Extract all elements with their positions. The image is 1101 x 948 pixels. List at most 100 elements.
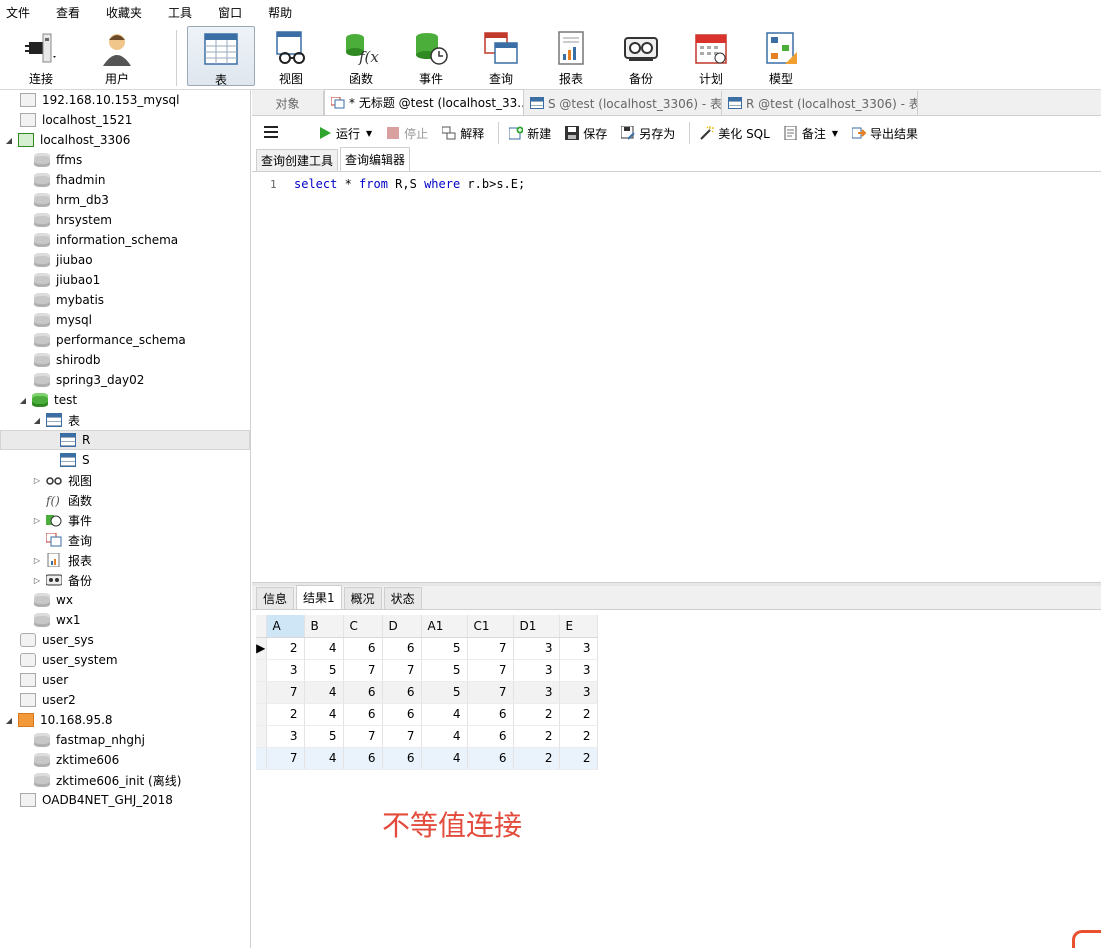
table-cell[interactable]: 5 bbox=[421, 637, 468, 660]
table-row[interactable]: 7 4 6 6 5 7 3 3 bbox=[256, 681, 598, 704]
expand-arrow-icon[interactable]: ◢ bbox=[4, 136, 14, 145]
table-cell[interactable]: 6 bbox=[343, 637, 383, 660]
table-cell[interactable]: 2 bbox=[513, 725, 560, 748]
tree-db[interactable]: jiubao1 bbox=[34, 270, 100, 290]
tree-db[interactable]: zktime606_init (离线) bbox=[34, 770, 181, 790]
tree-conn-user2[interactable]: user2 bbox=[20, 690, 76, 710]
table-cell[interactable]: 2 bbox=[266, 637, 305, 660]
column-header[interactable]: A1 bbox=[421, 615, 468, 638]
tab-table-s[interactable]: S @test (localhost_3306) - 表 bbox=[524, 91, 722, 115]
table-row[interactable]: ▶ 2 4 6 6 5 7 3 3 bbox=[256, 637, 598, 660]
tree-conn-user-sys[interactable]: user_sys bbox=[20, 630, 94, 650]
tree-db[interactable]: ffms bbox=[34, 150, 82, 170]
comment-button[interactable]: 备注 ▼ bbox=[784, 125, 838, 142]
run-button[interactable]: 运行 ▼ bbox=[318, 125, 372, 142]
table-cell[interactable]: 4 bbox=[421, 703, 468, 726]
table-cell[interactable]: 7 bbox=[382, 725, 422, 748]
result-grid[interactable]: A B C D A1 C1 D1 E ▶ 2 4 6 6 5 7 3 3 3 5… bbox=[256, 615, 598, 770]
tab-profile[interactable]: 概况 bbox=[343, 587, 382, 609]
column-header[interactable]: B bbox=[304, 615, 344, 638]
table-cell[interactable]: 6 bbox=[467, 725, 514, 748]
table-cell[interactable]: 6 bbox=[343, 747, 383, 770]
function-button[interactable]: f(x) 函数 bbox=[328, 26, 394, 86]
tree-db[interactable]: hrsystem bbox=[34, 210, 112, 230]
table-cell[interactable]: 3 bbox=[559, 659, 598, 682]
table-cell[interactable]: 4 bbox=[304, 747, 344, 770]
table-cell[interactable]: 4 bbox=[304, 637, 344, 660]
table-cell[interactable]: 6 bbox=[467, 703, 514, 726]
dropdown-arrow-icon[interactable]: ▼ bbox=[366, 129, 372, 138]
tree-conn-localhost-3306[interactable]: ◢ localhost_3306 bbox=[4, 130, 130, 150]
tree-db[interactable]: information_schema bbox=[34, 230, 178, 250]
table-cell[interactable]: 7 bbox=[343, 725, 383, 748]
table-cell[interactable]: 4 bbox=[421, 747, 468, 770]
table-row[interactable]: 7 4 6 6 4 6 2 2 bbox=[256, 747, 598, 770]
tree-db[interactable]: fhadmin bbox=[34, 170, 105, 190]
expand-arrow-icon[interactable]: ◢ bbox=[18, 396, 28, 405]
tab-info[interactable]: 信息 bbox=[256, 587, 295, 609]
tree-conn-localhost-1521[interactable]: localhost_1521 bbox=[6, 110, 132, 130]
column-header[interactable]: D1 bbox=[513, 615, 560, 638]
sql-code[interactable]: select * from R,S where r.b>s.E; bbox=[294, 177, 525, 191]
tree-table-r[interactable]: R bbox=[0, 430, 250, 450]
menu-tools[interactable]: 工具 bbox=[168, 4, 192, 21]
tree-queries-folder[interactable]: 查询 bbox=[45, 530, 92, 550]
new-query-button[interactable]: 新建 bbox=[508, 125, 551, 142]
tree-db[interactable]: shirodb bbox=[34, 350, 100, 370]
report-button[interactable]: 报表 bbox=[538, 26, 604, 86]
table-row[interactable]: 2 4 6 6 4 6 2 2 bbox=[256, 703, 598, 726]
table-cell[interactable]: 6 bbox=[382, 637, 422, 660]
table-cell[interactable]: 2 bbox=[559, 725, 598, 748]
table-cell[interactable]: 6 bbox=[343, 681, 383, 704]
column-header[interactable]: C bbox=[343, 615, 383, 638]
table-cell[interactable]: 6 bbox=[382, 703, 422, 726]
table-cell[interactable]: 7 bbox=[467, 637, 514, 660]
table-cell[interactable]: 7 bbox=[467, 659, 514, 682]
model-button[interactable]: 模型 bbox=[748, 26, 814, 86]
column-header[interactable]: E bbox=[559, 615, 598, 638]
table-cell[interactable]: 5 bbox=[304, 725, 344, 748]
tree-tables-folder[interactable]: ◢ 表 bbox=[32, 410, 80, 430]
menu-window[interactable]: 窗口 bbox=[218, 4, 242, 21]
collapse-arrow-icon[interactable]: ▷ bbox=[32, 516, 42, 525]
tree-views-folder[interactable]: ▷ 视图 bbox=[32, 470, 92, 490]
expand-arrow-icon[interactable]: ◢ bbox=[32, 416, 42, 425]
tree-db[interactable]: fastmap_nhghj bbox=[34, 730, 145, 750]
table-cell[interactable]: 3 bbox=[266, 659, 305, 682]
table-cell[interactable]: 2 bbox=[266, 703, 305, 726]
tree-table-s[interactable]: S bbox=[60, 450, 90, 470]
table-cell[interactable]: 4 bbox=[421, 725, 468, 748]
event-button[interactable]: 事件 bbox=[398, 26, 464, 86]
table-cell[interactable]: 2 bbox=[559, 703, 598, 726]
backup-button[interactable]: 备份 bbox=[608, 26, 674, 86]
tab-objects[interactable]: 对象 bbox=[252, 91, 324, 115]
table-cell[interactable]: 2 bbox=[513, 703, 560, 726]
table-cell[interactable]: 2 bbox=[559, 747, 598, 770]
table-cell[interactable]: 3 bbox=[513, 681, 560, 704]
tree-conn-user[interactable]: user bbox=[20, 670, 68, 690]
table-cell[interactable]: 6 bbox=[467, 747, 514, 770]
tab-table-r[interactable]: R @test (localhost_3306) - 表 bbox=[722, 91, 918, 115]
query-button[interactable]: 查询 bbox=[468, 26, 534, 86]
table-cell[interactable]: 6 bbox=[382, 747, 422, 770]
tree-db[interactable]: hrm_db3 bbox=[34, 190, 109, 210]
tab-query-editor[interactable]: 查询编辑器 bbox=[340, 147, 411, 171]
table-cell[interactable]: 5 bbox=[421, 659, 468, 682]
table-cell[interactable]: 7 bbox=[467, 681, 514, 704]
table-row[interactable]: 3 5 7 7 4 6 2 2 bbox=[256, 725, 598, 748]
table-cell[interactable]: 3 bbox=[513, 637, 560, 660]
schedule-button[interactable]: 计划 bbox=[678, 26, 744, 86]
table-cell[interactable]: 3 bbox=[559, 681, 598, 704]
collapse-arrow-icon[interactable]: ▷ bbox=[32, 476, 42, 485]
tree-db[interactable]: spring3_day02 bbox=[34, 370, 144, 390]
table-cell[interactable]: 4 bbox=[304, 703, 344, 726]
table-button[interactable]: 表 bbox=[187, 26, 255, 87]
explain-button[interactable]: 解释 bbox=[441, 125, 484, 142]
tree-db[interactable]: mybatis bbox=[34, 290, 104, 310]
tree-functions-folder[interactable]: f() 函数 bbox=[45, 490, 92, 510]
menu-favorites[interactable]: 收藏夹 bbox=[106, 4, 142, 21]
tree-db-wx[interactable]: wx bbox=[34, 590, 73, 610]
tree-db-wx1[interactable]: wx1 bbox=[34, 610, 81, 630]
expand-arrow-icon[interactable]: ◢ bbox=[4, 716, 14, 725]
connect-button[interactable]: 连接 bbox=[8, 26, 74, 86]
